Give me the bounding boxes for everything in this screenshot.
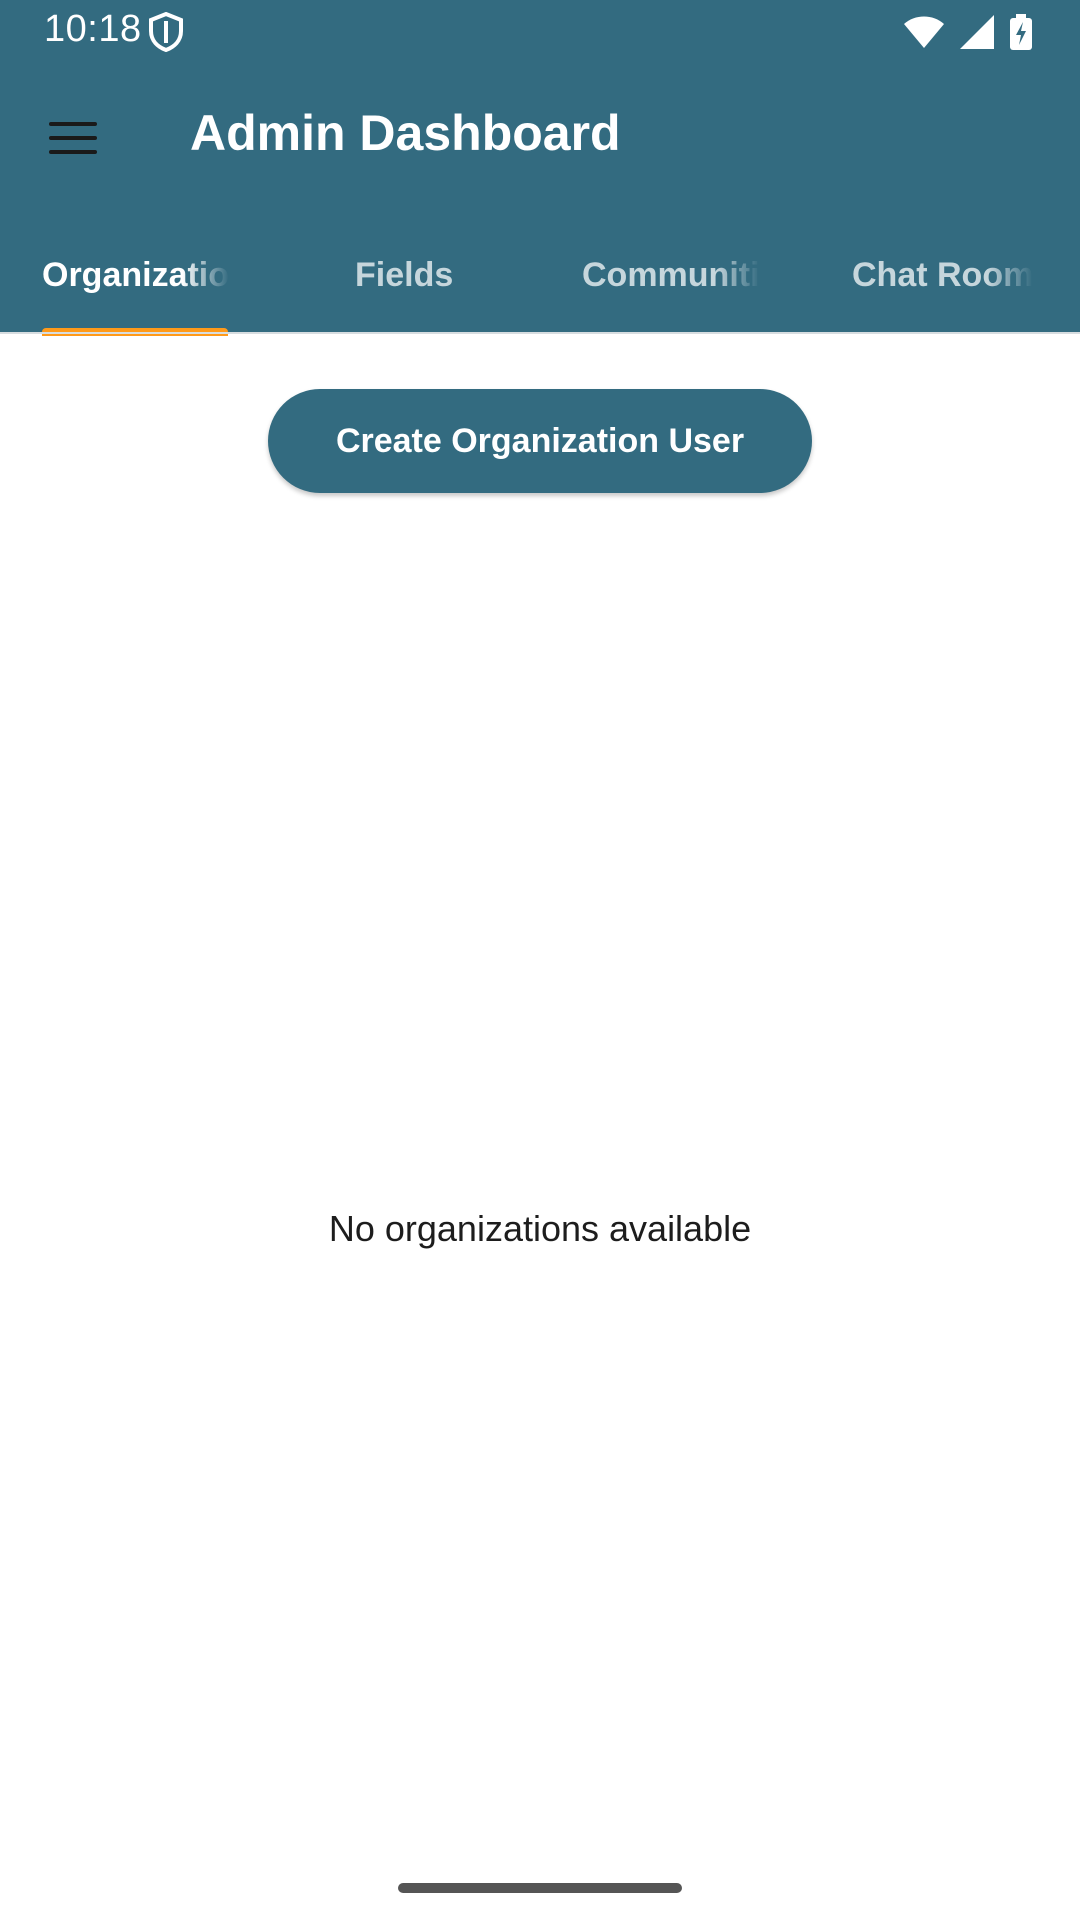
tab-label: Chat Room bbox=[852, 255, 1034, 294]
status-icons bbox=[904, 12, 1032, 52]
tab-label: Communiti bbox=[582, 255, 760, 294]
tab-divider bbox=[0, 332, 1080, 334]
battery-charging-icon bbox=[1010, 14, 1032, 50]
wifi-icon bbox=[904, 16, 944, 48]
app-bar: Admin Dashboard bbox=[0, 64, 1080, 210]
cellular-signal-icon bbox=[960, 15, 994, 49]
tab-communities[interactable]: Communiti bbox=[582, 220, 768, 330]
status-time: 10:18 bbox=[44, 8, 142, 50]
tab-chat-rooms[interactable]: Chat Room bbox=[852, 220, 1038, 330]
tab-label: Fields bbox=[355, 255, 454, 294]
tab-fields[interactable]: Fields bbox=[355, 220, 485, 330]
status-bar: 10:18 bbox=[0, 0, 1080, 64]
page-title: Admin Dashboard bbox=[190, 105, 621, 161]
header-area: 10:18 Admin Dashboard Organizatio Fields… bbox=[0, 0, 1080, 336]
menu-button[interactable] bbox=[28, 100, 118, 176]
tab-label: Organizatio bbox=[42, 255, 230, 294]
screen: 10:18 Admin Dashboard Organizatio Fields… bbox=[0, 0, 1080, 1920]
tab-organizations[interactable]: Organizatio bbox=[42, 220, 232, 330]
tab-bar: Organizatio Fields Communiti Chat Room bbox=[0, 220, 1080, 336]
shield-icon bbox=[149, 12, 183, 52]
create-organization-user-button[interactable]: Create Organization User bbox=[268, 389, 812, 493]
home-indicator[interactable] bbox=[398, 1883, 682, 1893]
empty-state-message: No organizations available bbox=[328, 1208, 752, 1249]
hamburger-menu-icon bbox=[49, 122, 97, 154]
